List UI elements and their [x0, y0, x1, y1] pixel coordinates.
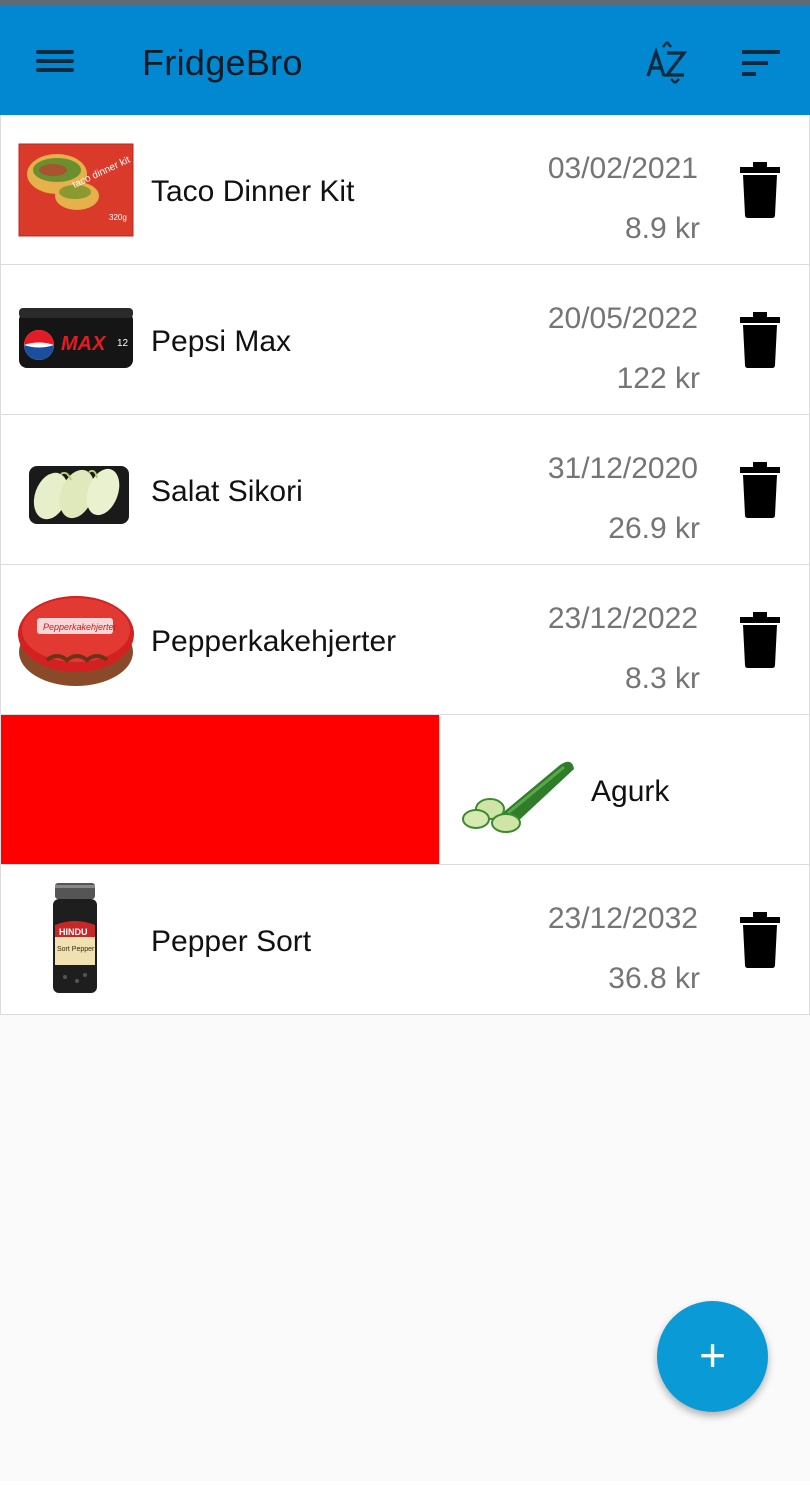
sort-icon[interactable] — [742, 48, 782, 80]
svg-text:Sort Pepper: Sort Pepper — [57, 946, 95, 953]
bottom-edge — [0, 1481, 810, 1485]
product-image-agurk — [460, 743, 578, 837]
list-item[interactable]: taco dinner kit 320g Taco Dinner Kit 03/… — [0, 115, 810, 265]
svg-text:320g: 320g — [109, 213, 127, 222]
item-name: Pepper Sort — [151, 925, 312, 958]
list-item-content[interactable]: Agurk — [439, 715, 809, 864]
svg-text:12: 12 — [117, 338, 129, 349]
item-price: 8.9 kr — [624, 212, 700, 245]
trash-icon[interactable] — [739, 162, 781, 218]
menu-icon[interactable] — [36, 46, 74, 76]
list-item-swiped[interactable]: Agurk — [0, 715, 810, 865]
svg-text:Pepperkakehjerter: Pepperkakehjerter — [43, 622, 118, 632]
sort-alphabetical-icon[interactable] — [644, 40, 690, 86]
list-item[interactable]: Pepperkakehjerter Pepperkakehjerter 23/1… — [0, 565, 810, 715]
svg-text:HINDU: HINDU — [59, 927, 88, 937]
trash-icon[interactable] — [739, 612, 781, 668]
item-name: Agurk — [591, 775, 670, 808]
item-list: taco dinner kit 320g Taco Dinner Kit 03/… — [0, 115, 810, 1015]
item-date: 03/02/2021 — [547, 152, 698, 185]
list-item[interactable]: MAX 12 Pepsi Max 20/05/2022 122 kr — [0, 265, 810, 415]
list-item[interactable]: HINDU Sort Pepper Pepper Sort 23/12/2032… — [0, 865, 810, 1015]
item-name: Salat Sikori — [151, 475, 303, 508]
plus-icon: + — [699, 1329, 726, 1381]
item-date: 23/12/2032 — [547, 902, 698, 935]
trash-icon[interactable] — [739, 912, 781, 968]
item-price: 36.8 kr — [608, 962, 700, 995]
list-item[interactable]: Salat Sikori 31/12/2020 26.9 kr — [0, 415, 810, 565]
item-date: 20/05/2022 — [547, 302, 698, 335]
product-image-pepperkakehjerter: Pepperkakehjerter — [17, 590, 135, 690]
item-name: Pepsi Max — [151, 325, 292, 358]
item-date: 31/12/2020 — [547, 452, 698, 485]
app-bar: FridgeBro — [0, 6, 810, 115]
add-item-button[interactable]: + — [657, 1301, 768, 1412]
item-price: 122 kr — [616, 362, 700, 395]
product-image-pepsi-max: MAX 12 — [17, 290, 135, 390]
item-name: Taco Dinner Kit — [151, 175, 355, 208]
app-title: FridgeBro — [142, 42, 303, 83]
item-name: Pepperkakehjerter — [151, 625, 397, 658]
swipe-delete-background — [1, 715, 439, 864]
item-price: 8.3 kr — [624, 662, 700, 695]
svg-text:MAX: MAX — [61, 333, 107, 355]
trash-icon[interactable] — [739, 312, 781, 368]
product-image-taco-kit: taco dinner kit 320g — [17, 140, 135, 240]
trash-icon[interactable] — [739, 462, 781, 518]
product-image-pepper-sort: HINDU Sort Pepper — [17, 881, 135, 997]
item-date: 23/12/2022 — [547, 602, 698, 635]
item-price: 26.9 kr — [608, 512, 700, 545]
product-image-salat-sikori — [17, 440, 135, 540]
